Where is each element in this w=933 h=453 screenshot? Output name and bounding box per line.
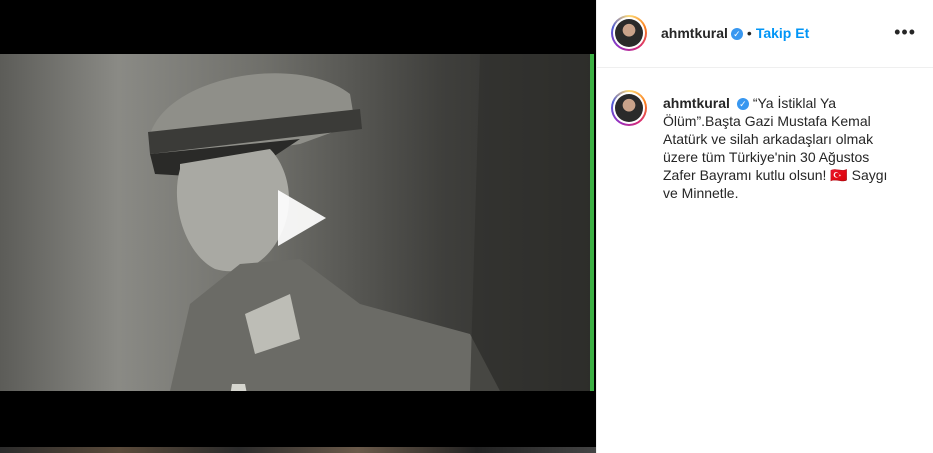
avatar-image bbox=[615, 19, 643, 47]
caption-avatar[interactable] bbox=[611, 90, 647, 126]
post-header: ahmtkural ✓ • Takip Et ••• bbox=[597, 0, 933, 68]
post-caption: ahmtkural ✓ “Ya İstiklal Ya Ölüm”.Başta G… bbox=[663, 94, 903, 202]
separator-dot: • bbox=[746, 25, 752, 41]
carousel-preview-strip bbox=[0, 447, 596, 453]
play-icon[interactable] bbox=[266, 186, 330, 250]
post-media bbox=[0, 0, 596, 453]
avatar[interactable] bbox=[611, 15, 647, 51]
verified-badge-icon: ✓ bbox=[736, 98, 749, 111]
header-user-line: ahmtkural ✓ • Takip Et bbox=[661, 25, 809, 43]
video-border-accent bbox=[590, 54, 594, 391]
caption-username[interactable]: ahmtkural bbox=[663, 95, 730, 111]
post-sidebar: ahmtkural ✓ • Takip Et ••• ahmtkural ✓ “Ya İ… bbox=[596, 0, 933, 453]
verified-badge-icon: ✓ bbox=[730, 27, 743, 40]
avatar-image bbox=[615, 94, 643, 122]
header-username[interactable]: ahmtkural bbox=[661, 25, 728, 41]
follow-button[interactable]: Takip Et bbox=[756, 25, 809, 41]
more-options-icon[interactable]: ••• bbox=[894, 22, 916, 43]
